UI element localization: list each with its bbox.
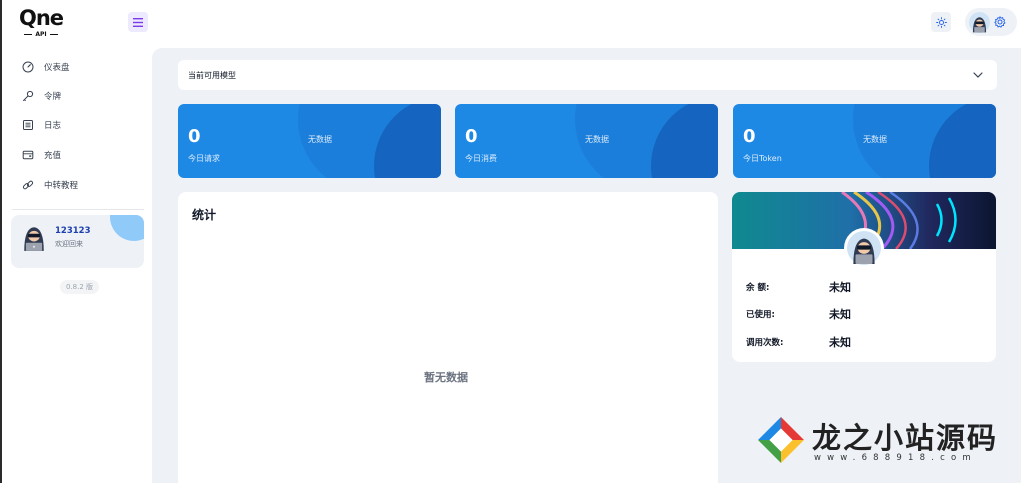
statistics-panel: 统计 暂无数据 [178, 192, 718, 483]
user-card[interactable]: 123123 欢迎回来 [11, 215, 144, 268]
gear-icon [994, 16, 1006, 28]
empty-state-text: 暂无数据 [424, 371, 468, 384]
avatar [969, 11, 990, 33]
user-name: 123123 [55, 226, 91, 236]
balance-key: 已使用: [746, 310, 775, 320]
user-greeting: 欢迎回来 [55, 240, 83, 248]
stat-label: 今日Token [743, 154, 782, 163]
key-icon [22, 90, 34, 102]
sidebar-item-topup[interactable]: 充值 [22, 145, 61, 165]
menu-toggle-button[interactable] [128, 12, 148, 32]
stat-nodata: 无数据 [585, 135, 609, 144]
stat-nodata: 无数据 [863, 135, 887, 144]
version-badge: 0.8.2 版 [60, 280, 100, 294]
balance-key: 余 额: [746, 283, 770, 293]
balance-card: 余 额: 未知 已使用: 未知 调用次数: 未知 [732, 192, 996, 362]
balance-value: 未知 [829, 336, 851, 349]
sidebar-item-label: 中转教程 [44, 181, 79, 191]
stat-label: 今日消费 [465, 154, 497, 163]
available-models-dropdown[interactable]: 当前可用模型 [178, 60, 997, 90]
balance-row-calls: 调用次数: 未知 [746, 334, 851, 350]
user-card-decoration [110, 215, 144, 241]
stat-value: 0 [743, 126, 756, 147]
available-models-label: 当前可用模型 [188, 70, 236, 80]
sidebar-divider [12, 209, 144, 210]
sidebar-item-label: 仪表盘 [44, 63, 70, 73]
link-icon [22, 180, 34, 190]
sidebar-item-label: 令牌 [44, 92, 62, 102]
sidebar: 仪表盘 令牌 日志 充值 中转教程 123123 欢迎回来 0.8.2 版 [2, 48, 152, 483]
hamburger-icon [133, 17, 143, 27]
watermark-logo-icon [758, 417, 804, 463]
balance-avatar [844, 228, 884, 268]
sidebar-item-tokens[interactable]: 令牌 [22, 86, 61, 106]
stat-value: 0 [188, 126, 201, 147]
sidebar-item-relay-tutorial[interactable]: 中转教程 [22, 175, 78, 195]
app-logo[interactable]: Qne API [14, 6, 68, 39]
balance-row-used: 已使用: 未知 [746, 306, 851, 322]
stat-value: 0 [465, 126, 478, 147]
balance-key: 调用次数: [746, 338, 784, 348]
sidebar-item-dashboard[interactable]: 仪表盘 [22, 57, 70, 77]
watermark-url: www.688918.com [814, 453, 977, 463]
stat-card-tokens: 0 今日Token 无数据 [733, 104, 996, 178]
profile-menu-button[interactable] [965, 8, 1017, 36]
watermark-title: 龙之小站源码 [812, 421, 999, 455]
statistics-title: 统计 [192, 208, 217, 222]
log-icon [23, 120, 33, 130]
logo-subtitle: API [14, 31, 68, 38]
sun-icon [935, 16, 947, 28]
theme-toggle-button[interactable] [931, 12, 951, 32]
sidebar-item-label: 日志 [44, 121, 62, 131]
logo-text: Qne [18, 6, 64, 30]
chevron-down-icon [973, 72, 983, 78]
sidebar-item-label: 充值 [44, 151, 62, 161]
balance-value: 未知 [829, 281, 851, 294]
user-avatar [21, 223, 47, 255]
gauge-icon [22, 61, 34, 73]
watermark: 龙之小站源码 www.688918.com [756, 412, 1016, 470]
stat-card-requests: 0 今日请求 无数据 [178, 104, 441, 178]
stat-nodata: 无数据 [308, 135, 332, 144]
wallet-icon [22, 150, 34, 160]
balance-row-remaining: 余 额: 未知 [746, 279, 851, 295]
balance-value: 未知 [829, 308, 851, 321]
stat-label: 今日请求 [188, 154, 220, 163]
sidebar-item-logs[interactable]: 日志 [22, 115, 61, 135]
stat-card-consumption: 0 今日消费 无数据 [455, 104, 718, 178]
